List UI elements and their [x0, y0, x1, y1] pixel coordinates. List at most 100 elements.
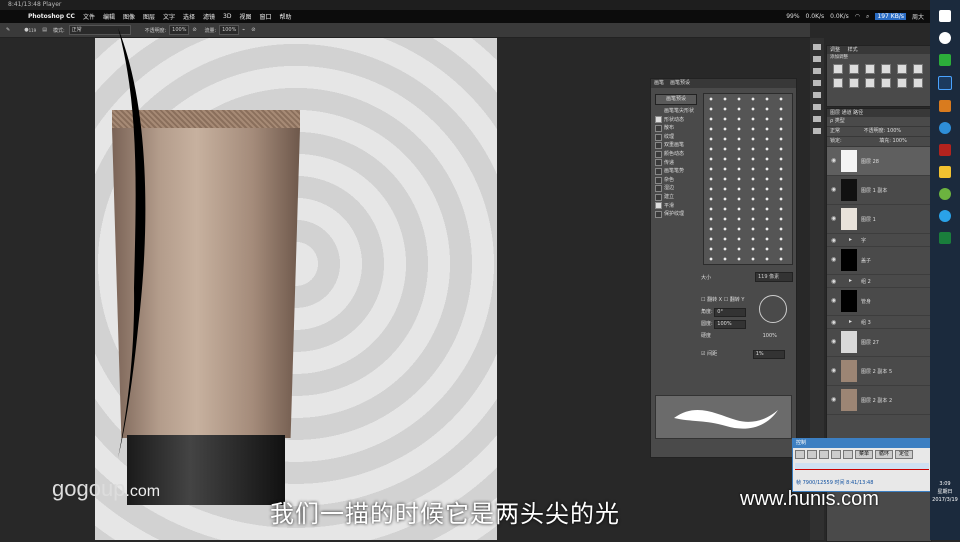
- tab-adjustments[interactable]: 调整: [830, 47, 840, 53]
- tool-icon[interactable]: [813, 92, 821, 98]
- blend-mode-select[interactable]: 正常: [830, 128, 840, 134]
- stop-icon[interactable]: [831, 450, 841, 459]
- brush-option-checkbox[interactable]: [655, 185, 662, 193]
- flow-field[interactable]: 100%: [219, 25, 240, 35]
- brush-option-checkbox[interactable]: [655, 124, 662, 132]
- invert-icon[interactable]: [897, 78, 907, 88]
- layer-row[interactable]: ◉ 图层 28: [827, 147, 931, 176]
- tab-brush-presets[interactable]: 画笔预设: [670, 79, 690, 88]
- visibility-eye-icon[interactable]: ◉: [831, 338, 836, 345]
- visibility-eye-icon[interactable]: ◉: [831, 186, 836, 193]
- brush-option-checkbox[interactable]: [655, 159, 662, 167]
- size-field[interactable]: 119 像素: [755, 272, 793, 282]
- app-icon[interactable]: [939, 232, 951, 244]
- brush-option-row[interactable]: 纹理: [655, 133, 705, 142]
- brush-option-row[interactable]: 建立: [655, 193, 705, 202]
- curves-icon[interactable]: [865, 64, 875, 74]
- tool-icon[interactable]: [813, 104, 821, 110]
- folder-icon[interactable]: ▸: [849, 318, 852, 325]
- angle-roundness-dial[interactable]: [759, 295, 787, 323]
- pressure-opacity-icon[interactable]: ⊘: [192, 27, 196, 33]
- brush-tool-icon[interactable]: ✎: [6, 27, 10, 33]
- brush-option-checkbox[interactable]: [655, 150, 662, 158]
- menu-app[interactable]: Photoshop CC: [28, 13, 75, 20]
- roundness-field[interactable]: 100%: [714, 320, 747, 329]
- layer-row[interactable]: ◉ 图层 1: [827, 205, 931, 234]
- edge-icon[interactable]: [939, 122, 951, 134]
- gradient-map-icon[interactable]: [913, 78, 923, 88]
- visibility-eye-icon[interactable]: ◉: [831, 297, 836, 304]
- qq-icon[interactable]: [939, 210, 951, 222]
- brush-option-row[interactable]: 双重画笔: [655, 141, 705, 150]
- layer-row[interactable]: ◉ 图层 2 副本 5: [827, 357, 931, 386]
- opacity-field[interactable]: 100%: [169, 25, 190, 35]
- flip-y-checkbox[interactable]: ☐: [724, 297, 728, 303]
- menu-button[interactable]: 菜单: [855, 450, 874, 459]
- visibility-eye-icon[interactable]: ◉: [831, 367, 836, 374]
- brush-option-checkbox[interactable]: [655, 167, 662, 175]
- menu-help[interactable]: 帮助: [280, 12, 292, 21]
- visibility-eye-icon[interactable]: ◉: [831, 215, 836, 222]
- brush-option-row[interactable]: 杂色: [655, 176, 705, 185]
- brush-option-row[interactable]: 湿边: [655, 184, 705, 193]
- brush-option-row[interactable]: 形状动态: [655, 116, 705, 125]
- layer-fill[interactable]: 填充: 100%: [879, 138, 907, 144]
- menu-view[interactable]: 视图: [239, 12, 251, 21]
- brightness-icon[interactable]: [833, 64, 843, 74]
- menu-3d[interactable]: 3D: [223, 13, 231, 20]
- brush-option-row[interactable]: 传递: [655, 159, 705, 168]
- system-clock[interactable]: 3:09 星期日 2017/3/19: [930, 480, 960, 504]
- app-green-icon[interactable]: [939, 54, 951, 66]
- airbrush-icon[interactable]: ⌁: [242, 27, 245, 33]
- brush-option-checkbox[interactable]: [655, 210, 662, 218]
- explorer-icon[interactable]: [939, 166, 951, 178]
- vibrance-icon[interactable]: [897, 64, 907, 74]
- menu-filter[interactable]: 滤镜: [203, 12, 215, 21]
- spacing-checkbox[interactable]: ☑: [701, 351, 705, 357]
- layer-row[interactable]: ◉ 图层 1 副本: [827, 176, 931, 205]
- folder-icon[interactable]: ▸: [849, 277, 852, 284]
- angle-field[interactable]: 0°: [714, 308, 747, 317]
- layer-row[interactable]: ◉ 图层 2 副本 2: [827, 386, 931, 415]
- menu-window[interactable]: 窗口: [260, 12, 272, 21]
- layers-tabs[interactable]: 图层 通道 路径: [827, 109, 931, 117]
- tool-icon[interactable]: [813, 128, 821, 134]
- bw-icon[interactable]: [849, 78, 859, 88]
- visibility-eye-icon[interactable]: ◉: [831, 237, 836, 244]
- menu-layer[interactable]: 图层: [143, 12, 155, 21]
- wifi-icon[interactable]: ◠: [855, 13, 860, 20]
- play-icon[interactable]: [807, 450, 817, 459]
- chrome-icon[interactable]: [939, 188, 951, 200]
- pause-icon[interactable]: [819, 450, 829, 459]
- flip-x-checkbox[interactable]: ☐: [701, 297, 705, 303]
- exposure-icon[interactable]: [881, 64, 891, 74]
- visibility-eye-icon[interactable]: ◉: [831, 396, 836, 403]
- tool-icon[interactable]: [813, 116, 821, 122]
- brush-option-row[interactable]: 平滑: [655, 202, 705, 211]
- brush-option-checkbox[interactable]: [655, 116, 662, 124]
- layer-row[interactable]: ◉ 盖子: [827, 246, 931, 275]
- visibility-eye-icon[interactable]: ◉: [831, 319, 836, 326]
- brush-option-checkbox[interactable]: [655, 133, 662, 141]
- layer-filter[interactable]: ρ 类型: [827, 117, 931, 127]
- tool-icon[interactable]: [813, 56, 821, 62]
- channel-mixer-icon[interactable]: [881, 78, 891, 88]
- tab-brush[interactable]: 画笔: [654, 79, 664, 88]
- layer-row[interactable]: ◉ 图层 27: [827, 328, 931, 357]
- loop-button[interactable]: 循环: [875, 450, 894, 459]
- brush-option-checkbox[interactable]: [655, 202, 662, 210]
- tool-icon[interactable]: [813, 68, 821, 74]
- tool-icon[interactable]: [813, 80, 821, 86]
- layer-opacity[interactable]: 不透明度: 100%: [864, 128, 902, 134]
- visibility-eye-icon[interactable]: ◉: [831, 256, 836, 263]
- folder-icon[interactable]: ▸: [849, 236, 852, 243]
- menu-type[interactable]: 文字: [163, 12, 175, 21]
- layer-row[interactable]: ◉ 管身: [827, 287, 931, 316]
- illustrator-icon[interactable]: [939, 144, 951, 156]
- windows-start-icon[interactable]: [939, 10, 951, 22]
- photo-filter-icon[interactable]: [865, 78, 875, 88]
- visibility-eye-icon[interactable]: ◉: [831, 278, 836, 285]
- tool-icon[interactable]: [813, 44, 821, 50]
- brush-option-row[interactable]: 颜色动态: [655, 150, 705, 159]
- user-name[interactable]: 周大: [912, 12, 924, 21]
